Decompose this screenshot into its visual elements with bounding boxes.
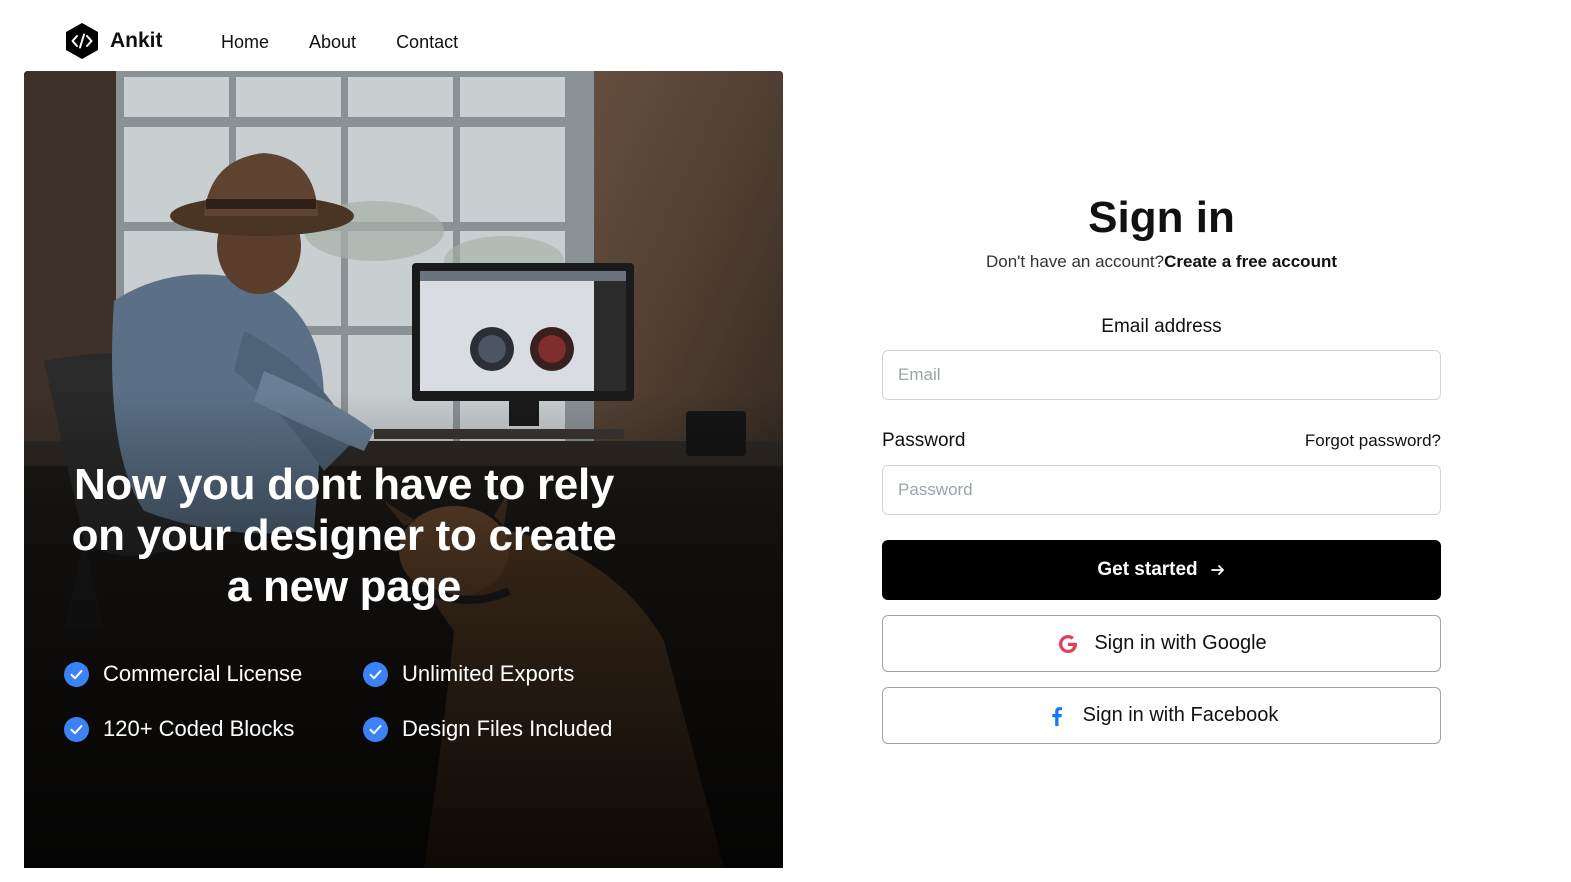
forgot-password-link[interactable]: Forgot password? xyxy=(1305,431,1441,451)
google-signin-button[interactable]: Sign in with Google xyxy=(882,615,1441,672)
facebook-signin-label: Sign in with Facebook xyxy=(1082,704,1279,726)
create-account-link[interactable]: Create a free account xyxy=(1164,252,1337,271)
feature-label: Design Files Included xyxy=(402,716,613,741)
feature-item: 120+ Coded Blocks xyxy=(64,716,363,742)
email-input[interactable] xyxy=(882,350,1441,400)
hero-headline: Now you dont have to rely on your design… xyxy=(71,460,617,611)
feature-label: Commercial License xyxy=(103,661,303,686)
feature-label: 120+ Coded Blocks xyxy=(103,716,295,741)
signin-subtitle-text: Don't have an account? xyxy=(986,252,1165,271)
brand[interactable]: Ankit xyxy=(64,22,163,60)
nav-link-about[interactable]: About xyxy=(309,32,356,53)
password-label: Password xyxy=(882,430,966,451)
nav-link-contact[interactable]: Contact xyxy=(396,32,458,53)
check-circle-icon xyxy=(64,661,89,687)
get-started-label: Get started xyxy=(1097,559,1198,580)
top-nav: Ankit Home About Contact xyxy=(0,0,1571,71)
hero-panel: Now you dont have to rely on your design… xyxy=(24,71,783,868)
facebook-signin-button[interactable]: Sign in with Facebook xyxy=(882,687,1441,744)
signin-subtitle: Don't have an account?Create a free acco… xyxy=(882,252,1441,272)
password-input[interactable] xyxy=(882,465,1441,515)
google-signin-label: Sign in with Google xyxy=(1094,632,1267,654)
nav-links: Home About Contact xyxy=(221,32,458,53)
check-circle-icon xyxy=(363,716,388,742)
arrow-right-icon xyxy=(1210,565,1224,575)
get-started-button[interactable]: Get started xyxy=(882,540,1441,600)
facebook-icon xyxy=(1051,706,1062,726)
signin-title: Sign in xyxy=(1088,193,1235,242)
code-hexagon-icon xyxy=(66,23,98,59)
email-label: Email address xyxy=(1101,316,1222,337)
brand-name: Ankit xyxy=(110,29,163,52)
password-row: Password Forgot password? xyxy=(882,430,1441,452)
signin-form: Sign in Don't have an account?Create a f… xyxy=(882,190,1441,744)
feature-item: Unlimited Exports xyxy=(363,661,683,687)
nav-link-home[interactable]: Home xyxy=(221,32,269,53)
check-circle-icon xyxy=(363,661,388,687)
feature-item: Commercial License xyxy=(64,661,363,687)
feature-item: Design Files Included xyxy=(363,716,683,742)
google-icon xyxy=(1059,634,1078,653)
check-circle-icon xyxy=(64,716,89,742)
feature-label: Unlimited Exports xyxy=(402,661,575,686)
feature-list: Commercial License Unlimited Exports 120… xyxy=(64,661,704,742)
